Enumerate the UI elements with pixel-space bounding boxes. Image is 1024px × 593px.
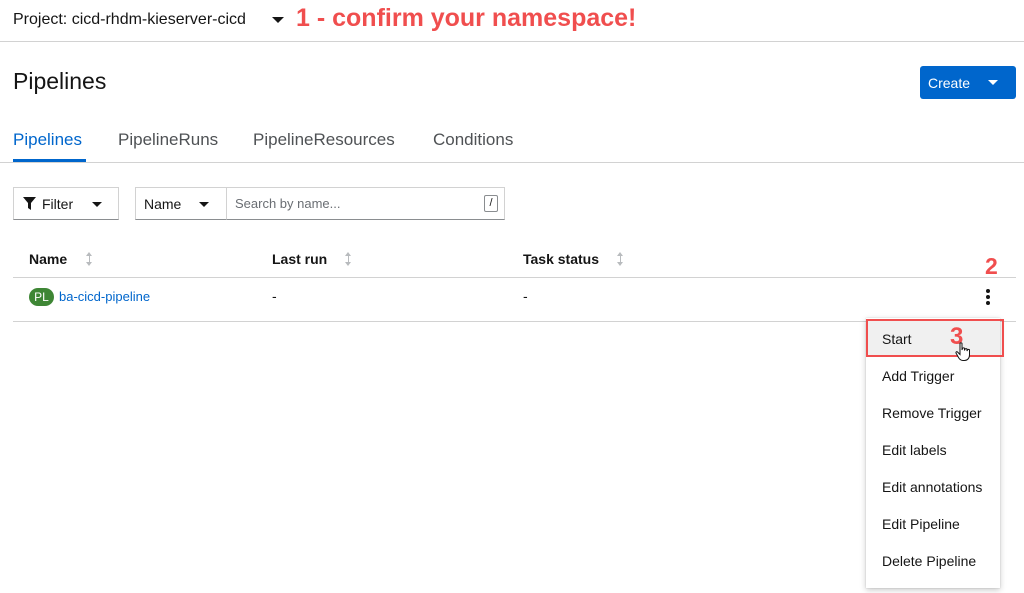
project-selector[interactable]: Project: cicd-rhdm-kieserver-cicd (13, 9, 284, 31)
filter-label: Filter (42, 195, 74, 212)
actions-menu: Start Add Trigger Remove Trigger Edit la… (866, 318, 1000, 588)
last-run-value: - (272, 288, 277, 304)
menu-item-delete-pipeline[interactable]: Delete Pipeline (866, 542, 1000, 579)
annotation-step-2: 2 (985, 253, 998, 279)
caret-down-icon (92, 202, 102, 207)
active-tab-indicator (13, 159, 86, 162)
project-bar: Project: cicd-rhdm-kieserver-cicd 1 - co… (0, 0, 1024, 42)
menu-item-edit-pipeline[interactable]: Edit Pipeline (866, 505, 1000, 542)
annotation-step-1: 1 - confirm your namespace! (296, 4, 637, 32)
column-header-label: Last run (272, 251, 328, 267)
name-filter-value: Name (144, 195, 182, 212)
hand-cursor-icon (955, 342, 970, 361)
menu-item-edit-annotations[interactable]: Edit annotations (866, 468, 1000, 505)
tab-pipelineresources[interactable]: PipelineResources (253, 130, 395, 150)
filter-dropdown[interactable]: Filter (13, 187, 119, 220)
caret-down-icon (199, 202, 209, 207)
create-button[interactable]: Create (920, 66, 1016, 99)
caret-down-icon (272, 17, 284, 23)
project-label: Project: cicd-rhdm-kieserver-cicd (13, 11, 246, 28)
create-button-label: Create (928, 74, 971, 91)
sort-icon (86, 252, 93, 266)
column-header-task-status[interactable]: Task status (523, 251, 624, 267)
search-input[interactable] (227, 188, 477, 219)
sort-icon (345, 252, 352, 266)
sort-icon (617, 252, 624, 266)
pipeline-badge: PL (29, 288, 54, 306)
column-header-last-run[interactable]: Last run (272, 251, 352, 267)
tab-conditions[interactable]: Conditions (433, 130, 513, 150)
tab-pipelines[interactable]: Pipelines (13, 130, 82, 150)
name-filter-select[interactable]: Name (135, 187, 227, 220)
menu-item-remove-trigger[interactable]: Remove Trigger (866, 394, 1000, 431)
menu-item-add-trigger[interactable]: Add Trigger (866, 357, 1000, 394)
tab-bar: Pipelines PipelineRuns PipelineResources… (0, 118, 1024, 163)
search-box: / (226, 187, 505, 220)
kebab-menu-icon[interactable] (981, 287, 995, 307)
annotation-highlight-box (866, 319, 1004, 357)
filter-icon (23, 197, 36, 210)
task-status-value: - (523, 288, 528, 304)
column-header-name[interactable]: Name (29, 251, 93, 267)
table-row: PL ba-cicd-pipeline - - (13, 278, 1016, 322)
page-title: Pipelines (13, 68, 107, 94)
column-header-label: Name (29, 251, 68, 267)
tab-pipelineruns[interactable]: PipelineRuns (118, 130, 218, 150)
menu-item-edit-labels[interactable]: Edit labels (866, 431, 1000, 468)
shortcut-hint: / (484, 195, 498, 212)
column-header-label: Task status (523, 251, 599, 267)
caret-down-icon (988, 80, 998, 85)
pipeline-link[interactable]: ba-cicd-pipeline (59, 289, 150, 304)
